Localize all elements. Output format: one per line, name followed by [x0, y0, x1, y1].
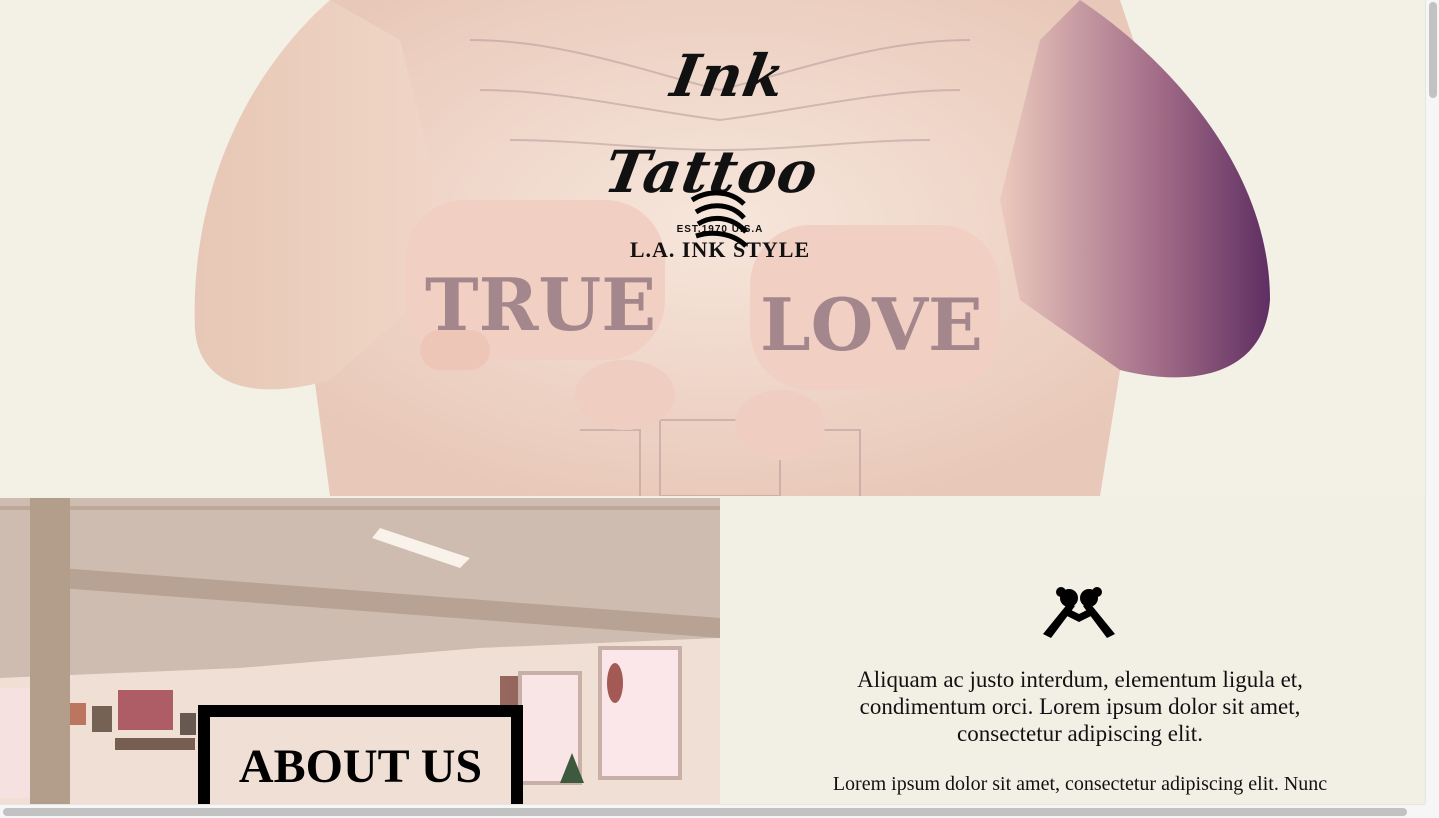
horizontal-scrollbar[interactable]	[0, 804, 1425, 818]
svg-text:LOVE: LOVE	[760, 282, 983, 367]
studio-photo-panel: ABOUT US	[0, 498, 720, 804]
about-lead-text: Aliquam ac justo interdum, elementum lig…	[857, 667, 1303, 746]
menu-button[interactable]	[688, 190, 750, 250]
vertical-scroll-thumb[interactable]	[1429, 2, 1437, 98]
menu-icon	[690, 190, 748, 248]
vertical-scrollbar[interactable]	[1425, 0, 1439, 804]
hero-section: TRUE LOVE Ink Tattoo EST.1970 U.S.A L.A.…	[0, 0, 1425, 496]
tattoo-machines-icon	[1043, 587, 1115, 638]
svg-text:TRUE: TRUE	[425, 262, 656, 347]
about-us-frame[interactable]: ABOUT US	[198, 705, 523, 804]
horizontal-scroll-thumb[interactable]	[3, 808, 1407, 816]
about-text-panel: Aliquam ac justo interdum, elementum lig…	[720, 498, 1425, 804]
about-body-text: Lorem ipsum dolor sit amet, consectetur …	[832, 773, 1328, 795]
scrollbar-corner	[1425, 804, 1439, 818]
about-us-title: ABOUT US	[238, 740, 483, 793]
